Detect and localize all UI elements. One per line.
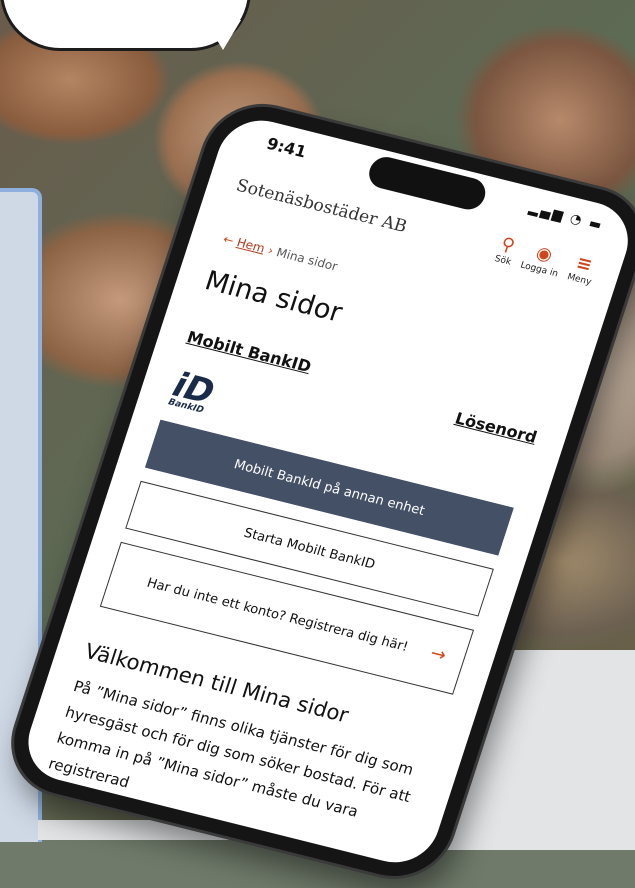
breadcrumb-home[interactable]: Hem — [235, 235, 267, 255]
nav-search[interactable]: ⚲ Sök — [493, 233, 519, 268]
nav-menu[interactable]: ≡ Meny — [566, 251, 600, 287]
status-time: 9:41 — [264, 133, 309, 162]
speech-bubble-tail — [205, 20, 241, 50]
status-icons: ▂▄▆ ◔ ▬ — [527, 201, 606, 234]
arrow-right-icon: → — [427, 642, 449, 667]
breadcrumb-current: Mina sidor — [274, 245, 340, 274]
back-arrow-icon: ← — [221, 231, 236, 248]
nav-login[interactable]: ◉ Logga in — [519, 240, 566, 279]
search-icon: ⚲ — [498, 233, 518, 257]
chevron-right-icon: › — [266, 243, 276, 258]
